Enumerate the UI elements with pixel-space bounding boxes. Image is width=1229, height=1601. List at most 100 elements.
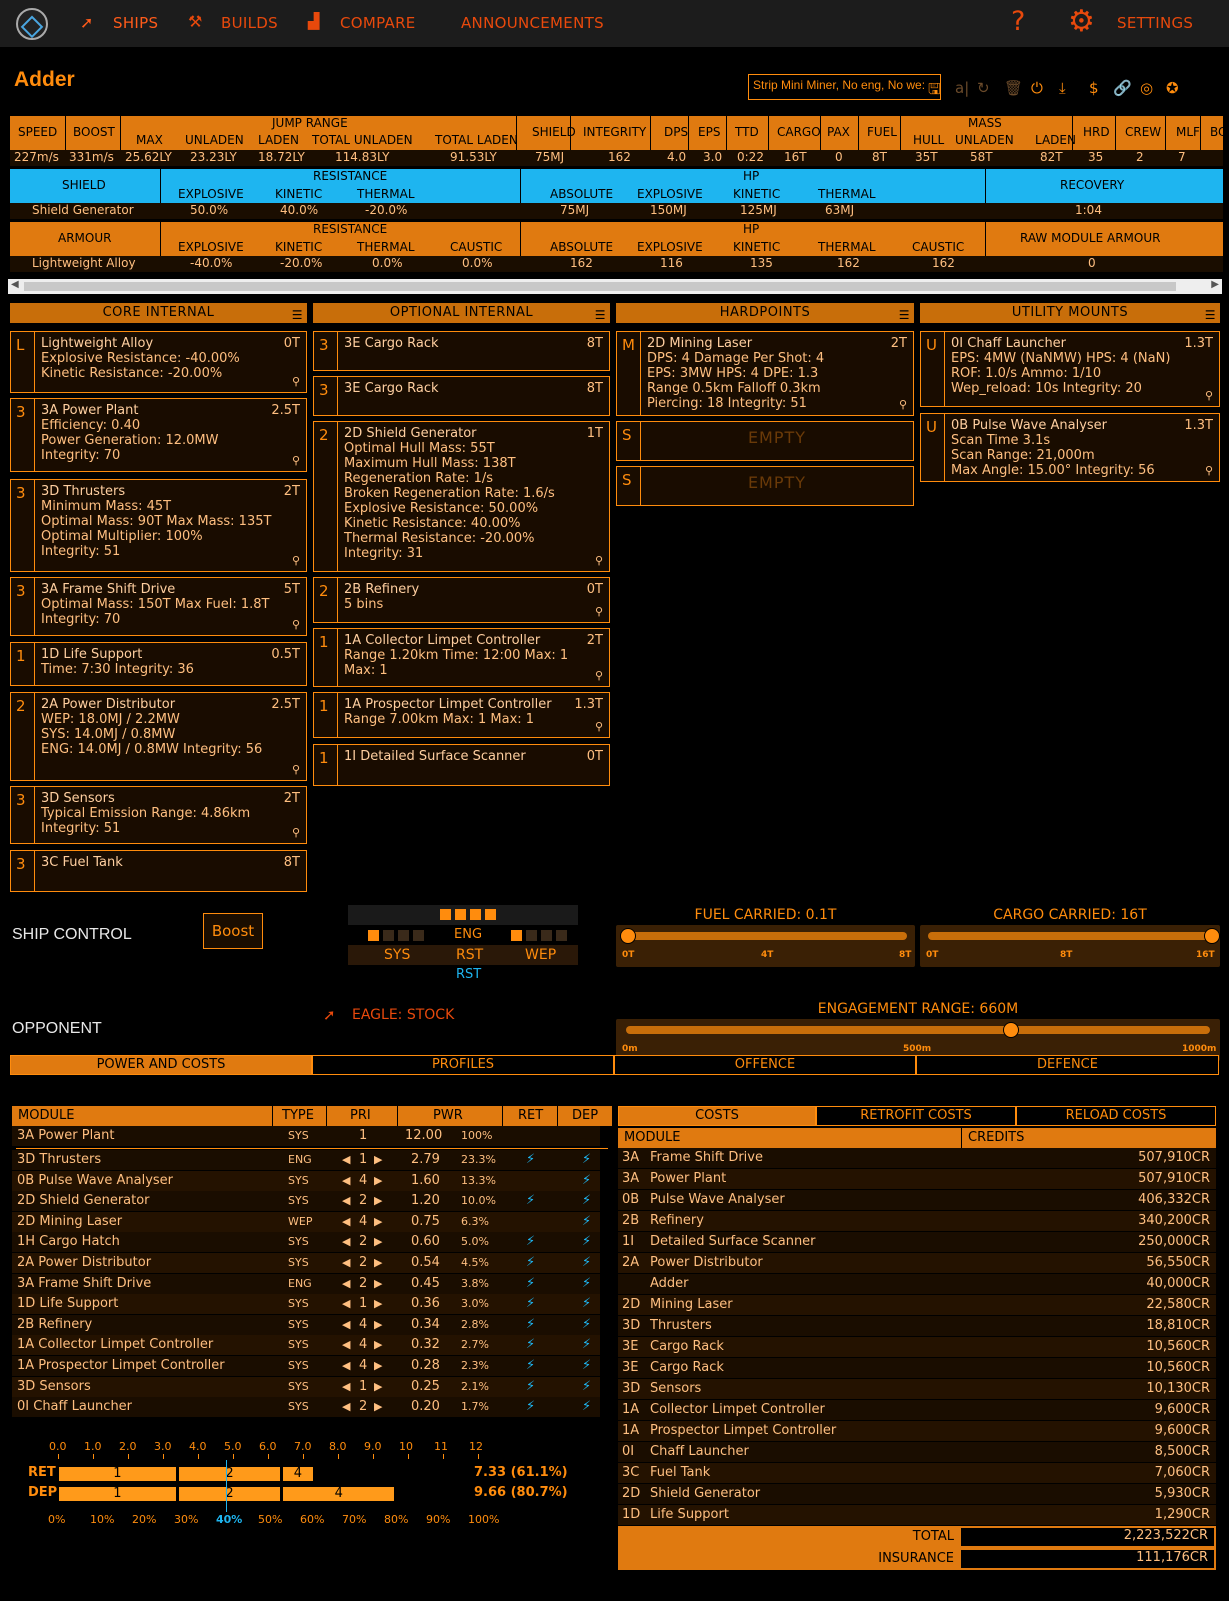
scroll-right-icon[interactable]: ▶ [1211,279,1219,290]
core-internal-header[interactable]: CORE INTERNAL ☰ [10,303,307,323]
dollar-icon[interactable]: $ [1089,79,1099,97]
wrench-icon[interactable]: ⚲ [292,374,300,389]
power-icon[interactable]: ⏻ [1031,79,1043,97]
core-slot[interactable]: 1 1D Life Support Time: 7:30 Integrity: 36… [10,642,307,686]
slot-body[interactable]: 1A Collector Limpet Controller Range 1.20… [337,629,609,686]
cost-row[interactable]: 2B Refinery 340,200CR [618,1211,1216,1231]
cost-row[interactable]: 1D Life Support 1,290CR [618,1505,1216,1525]
slot-body[interactable]: 2B Refinery 5 bins 0T ⚲ [337,578,609,622]
slot-body[interactable]: 1D Life Support Time: 7:30 Integrity: 36 0… [34,643,306,685]
priority-down-arrow[interactable]: ◀ [342,1377,350,1397]
wrench-icon[interactable]: ⚲ [899,397,907,412]
slot-body[interactable]: 0I Chaff Launcher EPS: 4MW (NaNMW) HPS: 4… [944,332,1219,406]
core-slot[interactable]: 2 2A Power Distributor WEP: 18.0MJ / 2.2MW… [10,692,307,781]
build-name-input[interactable]: Strip Mini Miner, No eng, No we: [748,74,941,100]
slot-body[interactable]: 2A Power Distributor WEP: 18.0MJ / 2.2MW S… [34,693,306,780]
optional-slot[interactable]: 2 2D Shield Generator Optimal Hull Mass: 5… [313,421,610,572]
nav-ships[interactable]: SHIPS [113,14,158,32]
priority-down-arrow[interactable]: ◀ [342,1335,350,1355]
core-slot[interactable]: 3 3D Sensors Typical Emission Range: 4.86k… [10,786,307,844]
cost-row[interactable]: 0I Chaff Launcher 8,500CR [618,1442,1216,1462]
slot-body[interactable]: 2D Shield Generator Optimal Hull Mass: 55… [337,422,609,571]
optional-slot[interactable]: 1 1A Collector Limpet Controller Range 1.2… [313,628,610,687]
wrench-icon[interactable]: ⚲ [292,825,300,840]
core-slot[interactable]: 3 3A Power Plant Efficiency: 0.40 Power Gen… [10,398,307,472]
wrench-icon[interactable]: ⚲ [292,617,300,632]
slot-body[interactable]: 3E Cargo Rack 8T [337,332,609,370]
power-row[interactable]: 1D Life Support SYS ◀ 1 ▶ 0.36 3.0% ⚡ ⚡ [12,1294,600,1315]
wrench-icon[interactable]: ⚲ [1205,388,1213,403]
slot-body[interactable]: EMPTY [640,467,913,505]
gear-icon[interactable]: ⚙ [1068,4,1095,39]
power-row[interactable]: 0I Chaff Launcher SYS ◀ 2 ▶ 0.20 1.7% ⚡ ⚡ [12,1397,600,1418]
help-icon[interactable]: ? [1011,6,1025,37]
hardpoints-header[interactable]: HARDPOINTS ☰ [616,303,914,323]
nav-settings[interactable]: SETTINGS [1117,14,1193,32]
scrollbar-thumb[interactable] [24,282,1176,291]
slot-body[interactable]: Lightweight Alloy Explosive Resistance: -… [34,332,306,392]
cost-row[interactable]: 2D Mining Laser 22,580CR [618,1295,1216,1315]
core-slot[interactable]: L Lightweight Alloy Explosive Resistance: … [10,331,307,393]
slot-body[interactable]: 3C Fuel Tank 8T [34,851,306,891]
priority-up-arrow[interactable]: ▶ [374,1397,382,1417]
power-row[interactable]: 0B Pulse Wave Analyser SYS ◀ 4 ▶ 1.60 13.3% ⚡ [12,1170,600,1191]
filter-icon[interactable]: ☰ [292,305,303,325]
slot-body[interactable]: 3D Sensors Typical Emission Range: 4.86km… [34,787,306,843]
power-row[interactable]: 1H Cargo Hatch SYS ◀ 2 ▶ 0.60 5.0% ⚡ ⚡ [12,1232,600,1253]
wep-label[interactable]: WEP [525,947,556,963]
cargo-slider-knob[interactable] [1204,928,1220,944]
optional-slot[interactable]: 2 2B Refinery 5 bins 0T ⚲ [313,577,610,623]
utility-slot[interactable]: U 0I Chaff Launcher EPS: 4MW (NaNMW) HPS: … [920,331,1220,407]
boost-button[interactable]: Boost [203,913,263,949]
slot-body[interactable]: 2D Mining Laser DPS: 4 Damage Per Shot: 4… [640,332,913,415]
cost-row[interactable]: 2A Power Distributor 56,550CR [618,1253,1216,1273]
slot-body[interactable]: 3A Frame Shift Drive Optimal Mass: 150T M… [34,578,306,635]
horizontal-scrollbar[interactable]: ◀ ▶ [8,279,1222,294]
core-slot[interactable]: 3 3C Fuel Tank 8T [10,850,307,892]
priority-down-arrow[interactable]: ◀ [342,1232,350,1252]
rename-icon[interactable]: a| [955,79,969,97]
wrench-icon[interactable]: ⚲ [292,453,300,468]
priority-down-arrow[interactable]: ◀ [342,1315,350,1335]
rst-reset-link[interactable]: RST [456,967,481,982]
priority-up-arrow[interactable]: ▶ [374,1356,382,1376]
nav-announcements[interactable]: ANNOUNCEMENTS [461,14,604,32]
priority-down-arrow[interactable]: ◀ [342,1294,350,1314]
cost-row[interactable]: 2D Shield Generator 5,930CR [618,1484,1216,1504]
power-row[interactable]: 2D Mining Laser WEP ◀ 4 ▶ 0.75 6.3% ⚡ [12,1211,600,1232]
wrench-icon[interactable]: ⚲ [595,668,603,683]
priority-up-arrow[interactable]: ▶ [374,1315,382,1335]
fuel-slider[interactable]: 0T 4T 8T [616,925,915,967]
tab-costs[interactable]: COSTS [618,1106,816,1126]
wrench-icon[interactable]: ⚲ [292,762,300,777]
hardpoints-slot[interactable]: M 2D Mining Laser DPS: 4 Damage Per Shot: … [616,331,914,416]
slot-body[interactable]: EMPTY [640,422,913,460]
cost-row[interactable]: 3A Power Plant 507,910CR [618,1169,1216,1189]
slot-body[interactable]: 3E Cargo Rack 8T [337,377,609,415]
redo-icon[interactable]: ↻ [977,79,990,97]
priority-down-arrow[interactable]: ◀ [342,1397,350,1417]
cost-row[interactable]: 3A Frame Shift Drive 507,910CR [618,1148,1216,1168]
priority-up-arrow[interactable]: ▶ [374,1335,382,1355]
tab-profiles[interactable]: PROFILES [312,1055,614,1075]
priority-down-arrow[interactable]: ◀ [342,1274,350,1294]
optional-slot[interactable]: 1 1I Detailed Surface Scanner 0T [313,744,610,786]
engagement-range-knob[interactable] [1003,1022,1020,1038]
hardpoints-slot[interactable]: S EMPTY [616,421,914,461]
slot-body[interactable]: 3A Power Plant Efficiency: 0.40 Power Gene… [34,399,306,471]
tab-power-and-costs[interactable]: POWER AND COSTS [10,1055,312,1075]
tab-defence[interactable]: DEFENCE [916,1055,1219,1075]
power-row[interactable]: 3A Frame Shift Drive ENG ◀ 2 ▶ 0.45 3.8% ⚡ ⚡ [12,1273,600,1294]
priority-down-arrow[interactable]: ◀ [342,1171,350,1191]
fuel-slider-knob[interactable] [619,928,636,944]
cost-row[interactable]: Adder 40,000CR [618,1274,1216,1294]
priority-up-arrow[interactable]: ▶ [374,1274,382,1294]
cost-row[interactable]: 3C Fuel Tank 7,060CR [618,1463,1216,1483]
priority-up-arrow[interactable]: ▶ [374,1150,382,1170]
app-logo-icon[interactable] [9,1,55,47]
optional-slot[interactable]: 1 1A Prospector Limpet Controller Range 7.… [313,692,610,738]
filter-icon[interactable]: ☰ [899,305,910,325]
priority-up-arrow[interactable]: ▶ [374,1171,382,1191]
wrench-icon[interactable]: ⚲ [595,553,603,568]
hardpoints-slot[interactable]: S EMPTY [616,466,914,506]
